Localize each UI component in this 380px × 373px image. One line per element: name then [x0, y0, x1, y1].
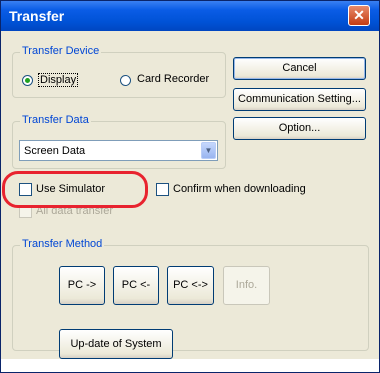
transfer-data-select[interactable]: Screen Data ▼: [19, 140, 218, 161]
close-icon: ✕: [353, 7, 365, 23]
cancel-button[interactable]: Cancel: [233, 57, 366, 80]
transfer-dialog: Transfer ✕ Transfer Device Display Card …: [0, 0, 380, 373]
bottom-strip: [1, 359, 379, 372]
pc-to-button[interactable]: PC ->: [59, 266, 105, 305]
confirm-downloading-label[interactable]: Confirm when downloading: [173, 183, 306, 195]
transfer-method-title: Transfer Method: [20, 238, 105, 250]
title-bar[interactable]: Transfer ✕: [1, 1, 379, 31]
card-recorder-radio[interactable]: [120, 75, 131, 86]
display-radio[interactable]: [22, 75, 33, 86]
info-button: Info.: [223, 266, 270, 305]
highlight-annotation: [2, 171, 148, 208]
transfer-data-selected: Screen Data: [24, 145, 86, 157]
transfer-device-title: Transfer Device: [20, 45, 102, 57]
chevron-down-icon[interactable]: ▼: [201, 142, 216, 159]
pc-both-button[interactable]: PC <->: [167, 266, 214, 305]
close-button[interactable]: ✕: [348, 5, 370, 26]
window-title: Transfer: [9, 8, 65, 24]
confirm-downloading-checkbox[interactable]: [156, 183, 169, 196]
pc-from-button[interactable]: PC <-: [113, 266, 159, 305]
update-system-button[interactable]: Up-date of System: [59, 329, 173, 359]
communication-setting-button[interactable]: Communication Setting...: [233, 88, 366, 111]
option-button[interactable]: Option...: [233, 117, 366, 140]
transfer-data-title: Transfer Data: [20, 114, 91, 126]
card-recorder-radio-label[interactable]: Card Recorder: [137, 73, 209, 85]
display-radio-label[interactable]: Display: [38, 73, 79, 87]
